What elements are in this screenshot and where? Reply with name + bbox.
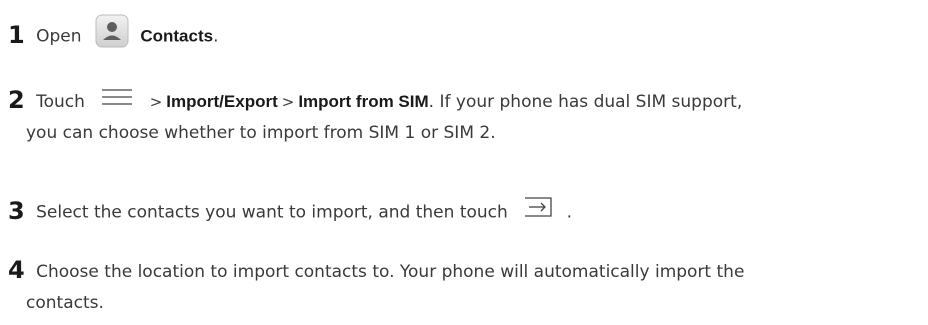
contacts-app-label: Contacts <box>140 26 214 46</box>
step-text: Select the contacts you want to import, … <box>36 202 508 223</box>
step-number: 2 <box>8 86 25 114</box>
step-1: 1 Open Contacts. <box>8 14 920 59</box>
step-text-continued: contacts. <box>26 293 104 313</box>
step-2: 2 Touch > Import/Export > Import from SIM. … <box>8 85 920 149</box>
step-text-continued: you can choose whether to import from SI… <box>26 123 496 143</box>
contacts-app-icon <box>95 14 129 59</box>
separator: > <box>149 93 163 111</box>
period: . <box>213 26 219 47</box>
menu-import-from-sim: Import from SIM <box>298 92 429 111</box>
step-text: Touch <box>36 92 85 112</box>
menu-lines-icon <box>100 87 134 118</box>
step-3: 3 Select the contacts you want to import… <box>8 195 920 230</box>
step-text: Open <box>36 26 82 47</box>
period: . <box>566 202 572 223</box>
step-text: Choose the location to import contacts t… <box>36 262 745 282</box>
step-4: 4 Choose the location to import contacts… <box>8 255 920 319</box>
step-number: 1 <box>8 20 25 49</box>
menu-import-export: Import/Export <box>166 92 278 111</box>
step-number: 3 <box>8 196 25 225</box>
step-number: 4 <box>8 256 25 284</box>
import-arrow-icon <box>523 195 553 230</box>
step-text: . If your phone has dual SIM support, <box>428 92 743 112</box>
separator: > <box>281 93 295 111</box>
